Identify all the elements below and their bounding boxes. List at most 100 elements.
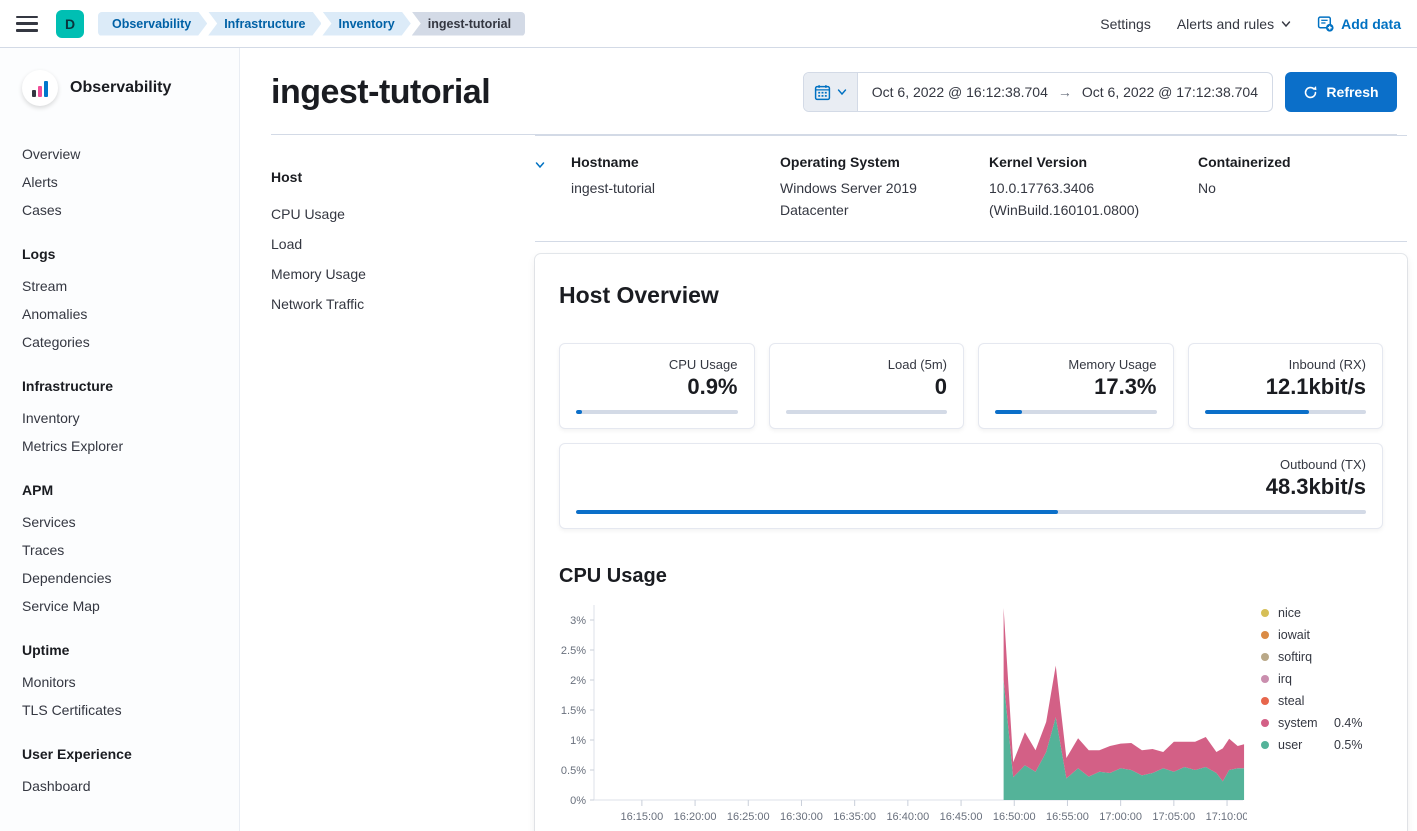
legend-item-user[interactable]: user0.5% xyxy=(1261,734,1363,756)
sidebar-item-tls-certificates[interactable]: TLS Certificates xyxy=(22,696,239,724)
metadata-value: ingest-tutorial xyxy=(571,178,762,200)
settings-link[interactable]: Settings xyxy=(1100,16,1151,32)
quick-select-menu[interactable] xyxy=(804,73,858,111)
sidebar-section: OverviewAlertsCases xyxy=(22,140,239,224)
legend-item-nice[interactable]: nice xyxy=(1261,602,1363,624)
svg-text:0%: 0% xyxy=(570,795,586,807)
legend-dot-icon xyxy=(1261,697,1269,705)
sidebar-item-overview[interactable]: Overview xyxy=(22,140,239,168)
sidebar-item-inventory[interactable]: Inventory xyxy=(22,404,239,432)
metric-progress-bar xyxy=(576,510,1366,514)
host-metadata: Hostnameingest-tutorialOperating SystemW… xyxy=(535,135,1407,242)
chevron-down-icon xyxy=(535,160,545,170)
metric-value: 48.3kbit/s xyxy=(576,474,1366,500)
metadata-field: Kernel Version10.0.17763.3406 (WinBuild.… xyxy=(989,154,1198,221)
refresh-button[interactable]: Refresh xyxy=(1285,72,1397,112)
svg-text:16:30:00: 16:30:00 xyxy=(780,811,823,823)
alerts-and-rules-menu[interactable]: Alerts and rules xyxy=(1177,16,1291,32)
subnav-item-network-traffic[interactable]: Network Traffic xyxy=(271,289,535,319)
svg-text:2%: 2% xyxy=(570,675,586,687)
sidebar-item-traces[interactable]: Traces xyxy=(22,536,239,564)
sidebar-item-monitors[interactable]: Monitors xyxy=(22,668,239,696)
sidebar-section: APMServicesTracesDependenciesService Map xyxy=(22,482,239,620)
host-subnav: Host CPU UsageLoadMemory UsageNetwork Tr… xyxy=(271,135,535,831)
svg-text:16:50:00: 16:50:00 xyxy=(993,811,1036,823)
legend-item-steal[interactable]: steal xyxy=(1261,690,1363,712)
metric-card-memory-usage: Memory Usage17.3% xyxy=(978,343,1174,429)
svg-text:16:20:00: 16:20:00 xyxy=(674,811,717,823)
sidebar-section: InfrastructureInventoryMetrics Explorer xyxy=(22,378,239,460)
svg-text:16:25:00: 16:25:00 xyxy=(727,811,770,823)
host-overview-panel: Host Overview CPU Usage0.9%Load (5m)0Mem… xyxy=(535,254,1407,831)
legend-dot-icon xyxy=(1261,609,1269,617)
sidebar-section: User ExperienceDashboard xyxy=(22,746,239,800)
add-data-label: Add data xyxy=(1341,16,1401,32)
metadata-value: Windows Server 2019 Datacenter xyxy=(780,178,971,221)
metric-value: 0.9% xyxy=(576,374,738,400)
sidebar-item-metrics-explorer[interactable]: Metrics Explorer xyxy=(22,432,239,460)
series-area-system xyxy=(1004,608,1244,781)
sidebar-item-stream[interactable]: Stream xyxy=(22,272,239,300)
legend-item-system[interactable]: system0.4% xyxy=(1261,712,1363,734)
legend-label: system xyxy=(1278,716,1334,730)
subnav-item-load[interactable]: Load xyxy=(271,229,535,259)
legend-item-iowait[interactable]: iowait xyxy=(1261,624,1363,646)
sidebar-item-alerts[interactable]: Alerts xyxy=(22,168,239,196)
subnav-item-memory-usage[interactable]: Memory Usage xyxy=(271,259,535,289)
date-range-picker: Oct 6, 2022 @ 16:12:38.704 → Oct 6, 2022… xyxy=(803,72,1273,112)
metric-progress-bar xyxy=(786,410,948,414)
refresh-icon xyxy=(1303,85,1318,100)
space-avatar[interactable]: D xyxy=(56,10,84,38)
sidebar-section-heading: Uptime xyxy=(22,642,239,658)
metric-progress-bar xyxy=(1205,410,1367,414)
page-title: ingest-tutorial xyxy=(271,73,490,112)
metadata-collapse-toggle[interactable] xyxy=(535,154,571,221)
subnav-item-cpu-usage[interactable]: CPU Usage xyxy=(271,199,535,229)
metadata-value: 10.0.17763.3406 (WinBuild.160101.0800) xyxy=(989,178,1180,221)
sidebar-item-dashboard[interactable]: Dashboard xyxy=(22,772,239,800)
sidebar-section-heading: Logs xyxy=(22,246,239,262)
legend-label: softirq xyxy=(1278,650,1334,664)
metadata-label: Operating System xyxy=(780,154,971,170)
host-overview-title: Host Overview xyxy=(559,282,1383,309)
menu-icon[interactable] xyxy=(16,16,38,32)
svg-text:3%: 3% xyxy=(570,615,586,627)
svg-text:1.5%: 1.5% xyxy=(561,705,586,717)
breadcrumb-item[interactable]: Inventory xyxy=(322,12,410,36)
sidebar-item-anomalies[interactable]: Anomalies xyxy=(22,300,239,328)
legend-item-irq[interactable]: irq xyxy=(1261,668,1363,690)
metric-value: 12.1kbit/s xyxy=(1205,374,1367,400)
sidebar-item-categories[interactable]: Categories xyxy=(22,328,239,356)
sidebar-title: Observability xyxy=(70,79,171,97)
svg-text:1%: 1% xyxy=(570,735,586,747)
start-date[interactable]: Oct 6, 2022 @ 16:12:38.704 xyxy=(872,84,1048,100)
metric-progress-bar xyxy=(576,410,738,414)
legend-label: irq xyxy=(1278,672,1334,686)
legend-label: nice xyxy=(1278,606,1334,620)
metric-label: Outbound (TX) xyxy=(576,457,1366,472)
breadcrumb: ObservabilityInfrastructureInventoryinge… xyxy=(98,12,526,36)
legend-label: user xyxy=(1278,738,1334,752)
chevron-down-icon xyxy=(1281,19,1291,29)
metric-value: 17.3% xyxy=(995,374,1157,400)
cpu-usage-chart[interactable]: 0%0.5%1%1.5%2%2.5%3%16:15:0016:20:0016:2… xyxy=(559,598,1247,831)
sidebar-item-service-map[interactable]: Service Map xyxy=(22,592,239,620)
refresh-label: Refresh xyxy=(1326,84,1378,100)
sidebar-item-dependencies[interactable]: Dependencies xyxy=(22,564,239,592)
end-date[interactable]: Oct 6, 2022 @ 17:12:38.704 xyxy=(1082,84,1258,100)
sidebar-section: Uptime MonitorsTLS Certificates xyxy=(22,642,239,724)
metric-card-cpu-usage: CPU Usage0.9% xyxy=(559,343,755,429)
main-content: ingest-tutorial Oct 6, 20 xyxy=(240,48,1417,831)
legend-item-softirq[interactable]: softirq xyxy=(1261,646,1363,668)
sidebar-item-services[interactable]: Services xyxy=(22,508,239,536)
svg-text:16:45:00: 16:45:00 xyxy=(940,811,983,823)
sidebar-item-cases[interactable]: Cases xyxy=(22,196,239,224)
breadcrumb-item[interactable]: Infrastructure xyxy=(208,12,321,36)
legend-dot-icon xyxy=(1261,675,1269,683)
add-data-button[interactable]: Add data xyxy=(1317,15,1401,32)
legend-value: 0.4% xyxy=(1334,716,1363,730)
breadcrumb-item[interactable]: Observability xyxy=(98,12,207,36)
svg-text:16:35:00: 16:35:00 xyxy=(833,811,876,823)
legend-label: steal xyxy=(1278,694,1334,708)
metric-label: Inbound (RX) xyxy=(1205,357,1367,372)
